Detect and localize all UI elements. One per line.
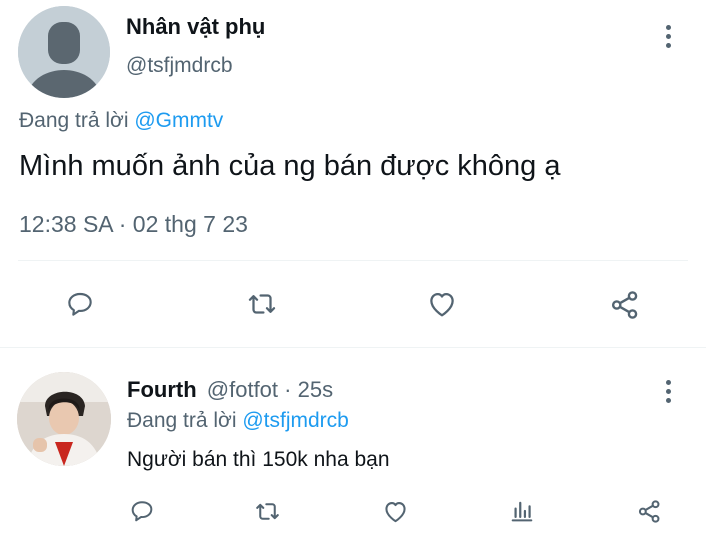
like-icon xyxy=(384,501,406,522)
author-handle[interactable]: @tsfjmdrcb xyxy=(126,54,233,78)
replying-prefix: Đang trả lời xyxy=(19,109,129,132)
retweet-icon xyxy=(255,502,279,520)
reply-text: Người bán thì 150k nha bạn xyxy=(127,448,390,471)
tweet-text: Mình muốn ảnh của ng bán được không ạ xyxy=(19,150,561,182)
reply-time[interactable]: · 25s xyxy=(284,377,333,402)
share-icon xyxy=(638,499,659,523)
like-button[interactable] xyxy=(424,286,460,322)
reply-like-button[interactable] xyxy=(380,496,410,526)
replying-to-line: Đang trả lời @Gmmtv xyxy=(19,109,223,133)
retweet-button[interactable] xyxy=(244,286,280,322)
reply-header: Fourth @fotfot · 25s xyxy=(127,377,333,403)
retweet-icon xyxy=(248,294,276,314)
tweet-timestamp[interactable]: 12:38 SA · 02 thg 7 23 xyxy=(19,211,248,238)
author-avatar[interactable] xyxy=(18,6,110,98)
analytics-icon xyxy=(511,501,533,522)
reply-author-avatar[interactable] xyxy=(17,372,111,466)
profile-photo-icon xyxy=(17,372,111,466)
reply-more-options-icon[interactable] xyxy=(661,380,675,403)
reply-replying-to-line: Đang trả lời @tsfjmdrcb xyxy=(127,409,349,433)
reply-icon xyxy=(68,292,92,316)
reply-handle[interactable]: @fotfot xyxy=(207,377,278,402)
divider xyxy=(18,260,688,261)
reply-reply-button[interactable] xyxy=(127,496,157,526)
reply-display-name[interactable]: Fourth xyxy=(127,377,197,402)
section-divider xyxy=(0,347,706,348)
reply-button[interactable] xyxy=(62,286,98,322)
reply-analytics-button[interactable] xyxy=(507,496,537,526)
share-icon xyxy=(611,291,638,319)
author-display-name[interactable]: Nhân vật phụ xyxy=(126,14,265,40)
replying-prefix: Đang trả lời xyxy=(127,409,237,432)
reply-share-button[interactable] xyxy=(634,496,664,526)
replying-to-mention[interactable]: @tsfjmdrcb xyxy=(242,409,349,432)
replying-to-mention[interactable]: @Gmmtv xyxy=(134,109,223,132)
like-icon xyxy=(430,292,454,317)
share-button[interactable] xyxy=(606,286,644,324)
default-avatar-icon xyxy=(18,6,110,98)
reply-icon xyxy=(131,501,153,522)
reply-retweet-button[interactable] xyxy=(252,496,282,526)
more-options-icon[interactable] xyxy=(661,25,675,48)
